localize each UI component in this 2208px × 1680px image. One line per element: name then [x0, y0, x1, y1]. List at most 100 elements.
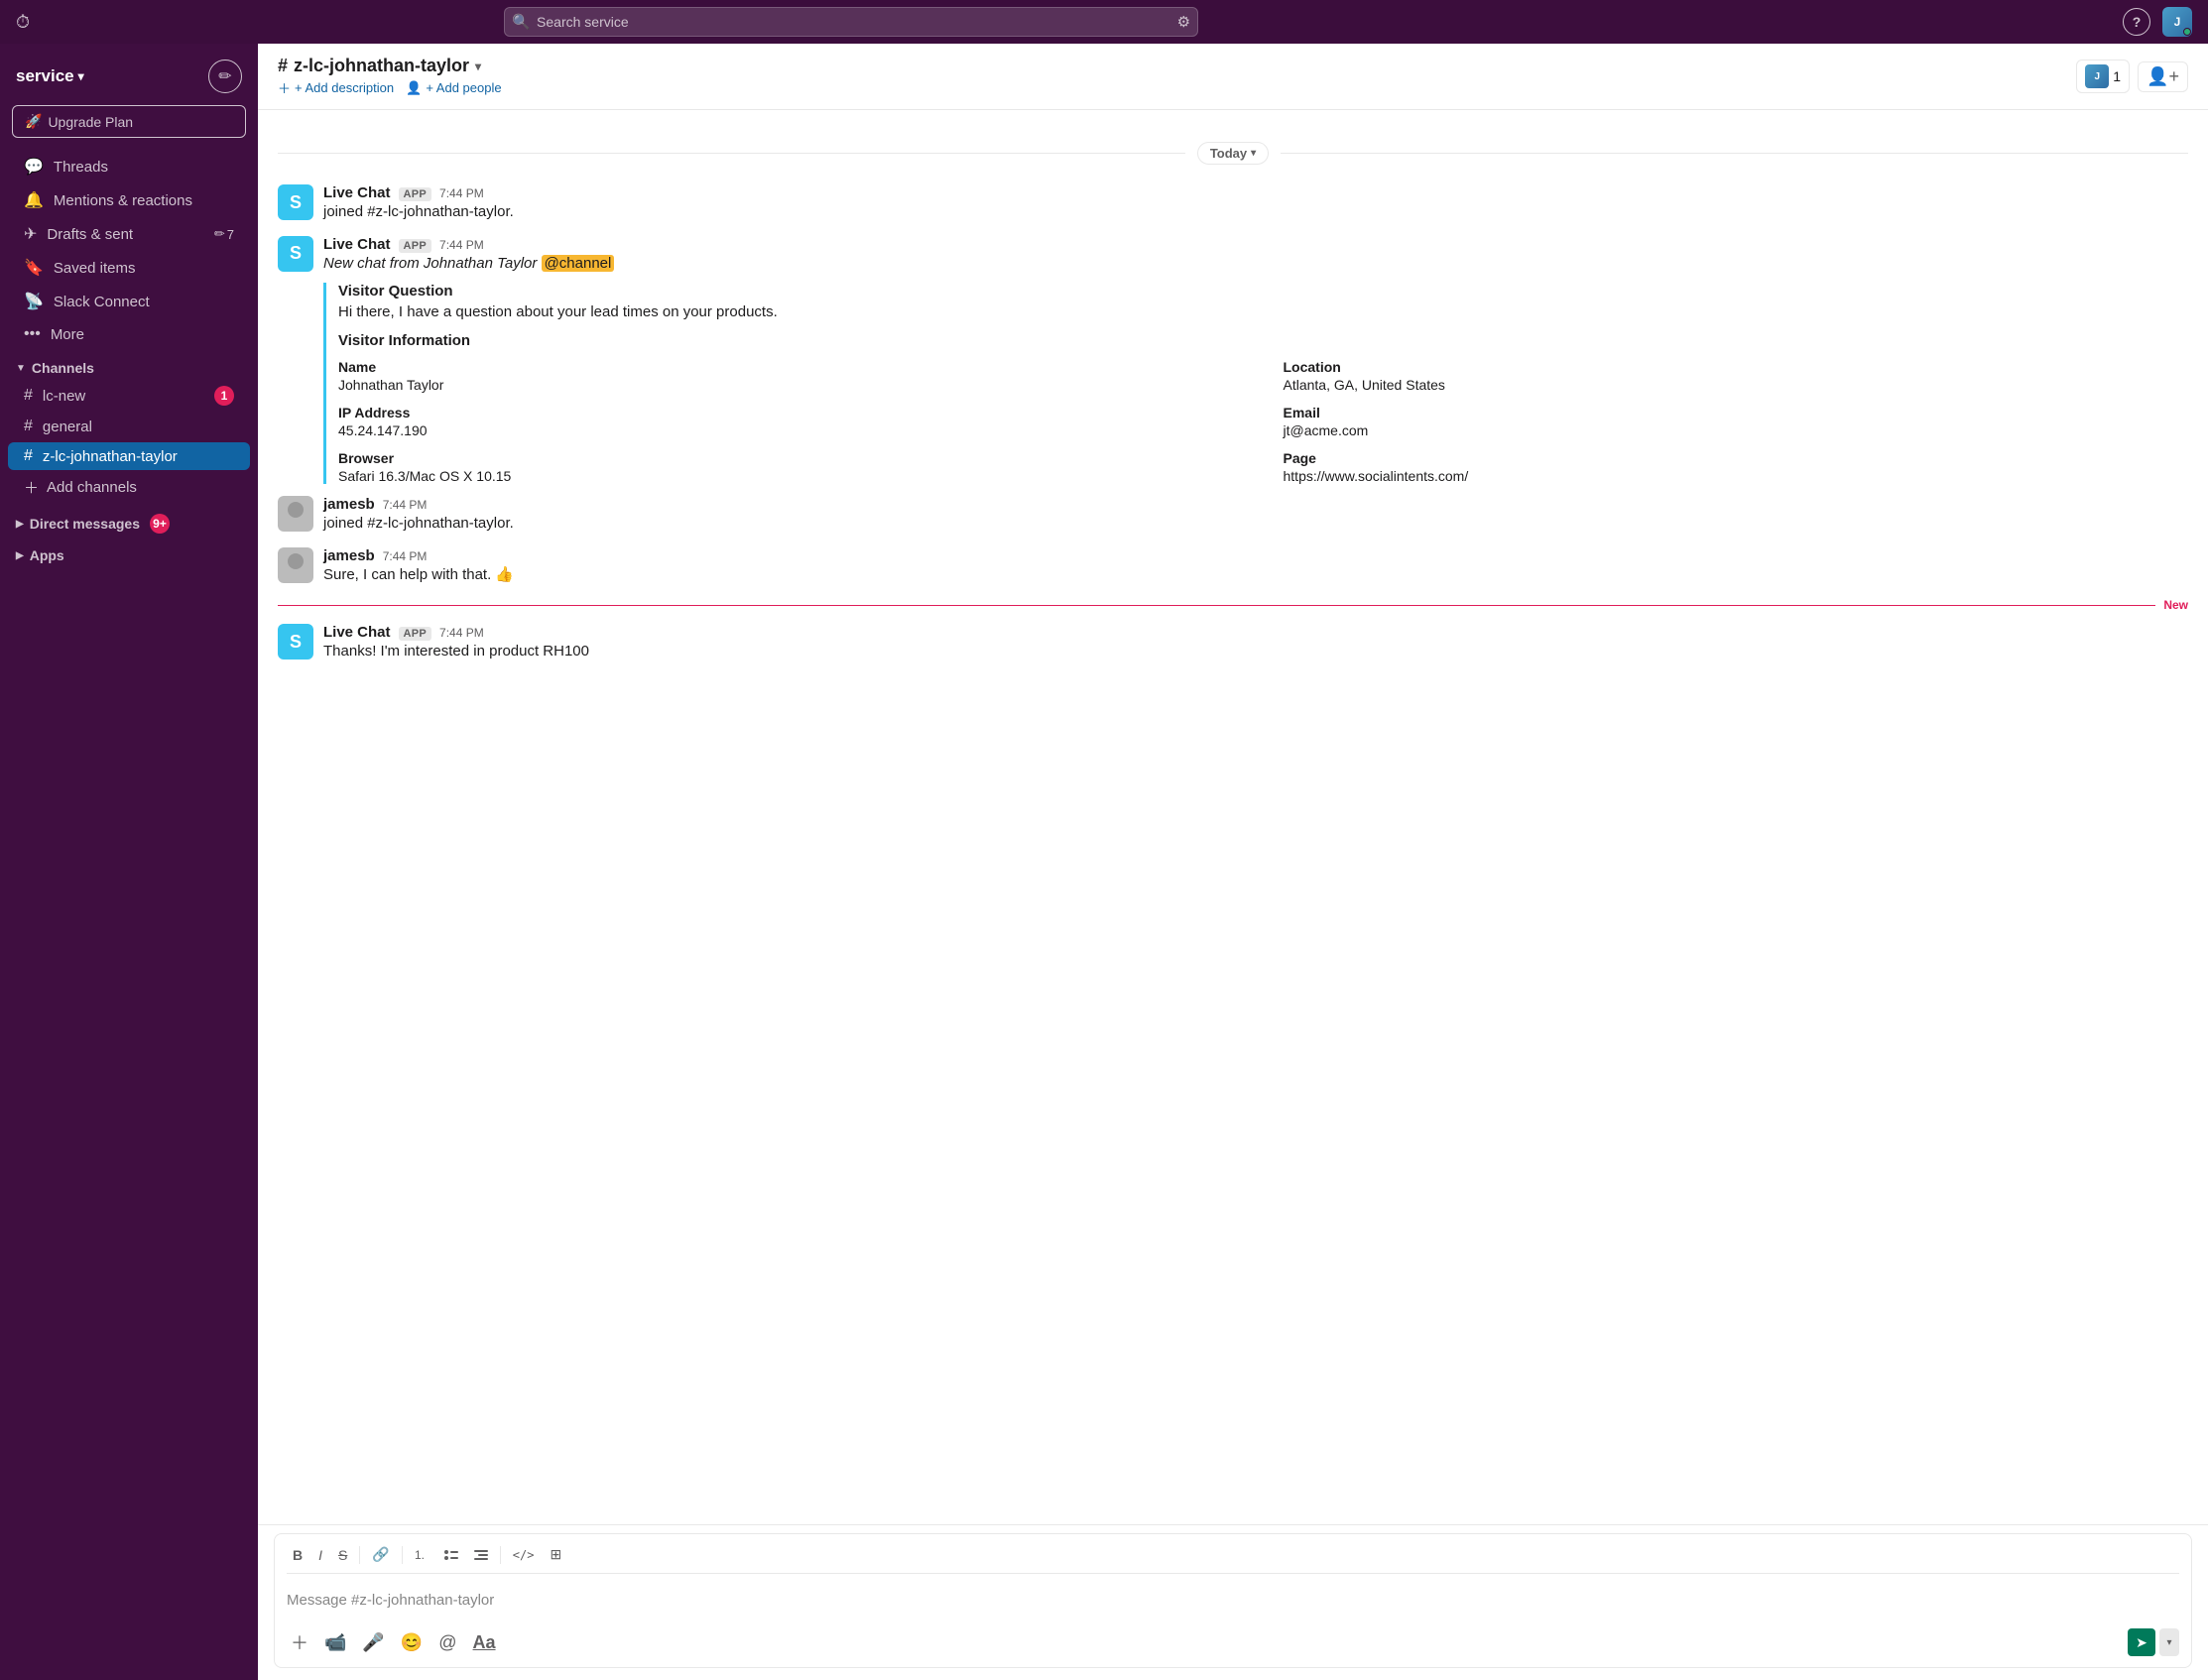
compose-icon: ✏ — [218, 66, 231, 86]
sidebar-item-connect[interactable]: 📡 Slack Connect — [8, 286, 250, 317]
mention-button[interactable]: @ — [434, 1628, 460, 1657]
channels-collapse-icon: ▼ — [16, 363, 26, 374]
message-time: 7:44 PM — [439, 238, 484, 252]
add-channel-label: Add channels — [47, 479, 137, 496]
plus-icon: ＋ — [278, 78, 291, 97]
sidebar-item-more[interactable]: ••• More — [8, 319, 250, 349]
date-label[interactable]: Today ▾ — [1197, 142, 1269, 165]
message-content: jamesb 7:44 PM Sure, I can help with tha… — [323, 547, 2188, 587]
filter-icon[interactable]: ⚙ — [1177, 13, 1190, 31]
topbar-right: ? J — [2123, 7, 2192, 37]
visitor-info-grid: Name Johnathan Taylor Location Atlanta, … — [338, 359, 2188, 484]
toolbar-divider — [359, 1546, 360, 1564]
message-time: 7:44 PM — [383, 549, 428, 563]
message-input-container: B I S 🔗 1. </> — [274, 1533, 2192, 1668]
info-field: Browser Safari 16.3/Mac OS X 10.15 — [338, 450, 1244, 484]
sidebar-item-saved[interactable]: 🔖 Saved items — [8, 252, 250, 284]
new-label: New — [2163, 598, 2188, 612]
channel-header: # z-lc-johnathan-taylor ▾ ＋ + Add descri… — [258, 44, 2208, 110]
link-button[interactable]: 🔗 — [366, 1542, 395, 1567]
channel-title[interactable]: # z-lc-johnathan-taylor ▾ — [278, 56, 2076, 76]
message-content: Live Chat APP 7:44 PM New chat from John… — [323, 236, 2188, 485]
toolbar-divider — [500, 1546, 501, 1564]
channel-item-z-lc-johnathan-taylor[interactable]: # z-lc-johnathan-taylor — [8, 442, 250, 470]
sidebar-item-mentions[interactable]: 🔔 Mentions & reactions — [8, 184, 250, 216]
add-channel-button[interactable]: ＋ Add channels — [8, 472, 250, 503]
info-field: Page https://www.socialintents.com/ — [1284, 450, 2189, 484]
sidebar-item-drafts[interactable]: ✈ Drafts & sent ✏7 — [8, 218, 250, 250]
mentions-icon: 🔔 — [24, 190, 44, 210]
send-button[interactable]: ➤ — [2128, 1628, 2155, 1656]
more-formatting-button[interactable]: ⊞ — [544, 1542, 567, 1567]
attach-button[interactable]: ＋ — [287, 1625, 312, 1659]
visitor-question-title: Visitor Question — [338, 283, 2188, 300]
message-header: jamesb 7:44 PM — [323, 496, 2188, 513]
send-options-button[interactable]: ▾ — [2159, 1628, 2179, 1656]
bullet-list-button[interactable] — [438, 1544, 464, 1566]
sidebar-item-threads[interactable]: 💬 Threads — [8, 151, 250, 182]
channel-item-general[interactable]: # general — [8, 413, 250, 440]
date-chevron-icon: ▾ — [1251, 148, 1256, 159]
connect-label: Slack Connect — [54, 294, 150, 310]
indent-button[interactable] — [468, 1544, 494, 1566]
live-chat-avatar: S — [278, 236, 313, 272]
add-people-link[interactable]: 👤 + Add people — [406, 80, 501, 96]
app-wrapper: ⏱ 🔍 ⚙ ? J service ▾ ✏ — [0, 0, 2208, 1680]
dm-section-header[interactable]: ▶ Direct messages 9+ — [0, 504, 258, 538]
person-icon: 👤 — [406, 80, 422, 96]
drafts-icon: ✈ — [24, 224, 37, 244]
add-person-icon: 👤+ — [2147, 66, 2179, 87]
app-badge: APP — [399, 627, 432, 641]
ordered-list-button[interactable]: 1. — [409, 1544, 434, 1566]
member-avatars-button[interactable]: J 1 — [2076, 60, 2130, 93]
emoji-button[interactable]: 😊 — [397, 1628, 427, 1657]
connect-icon: 📡 — [24, 292, 44, 311]
message-input-area: B I S 🔗 1. </> — [258, 1524, 2208, 1680]
divider-line — [1281, 153, 2188, 154]
video-button[interactable]: 📹 — [320, 1628, 350, 1657]
italic-button[interactable]: I — [312, 1543, 328, 1567]
add-description-link[interactable]: ＋ + Add description — [278, 78, 394, 97]
app-badge: APP — [399, 187, 432, 201]
live-chat-avatar: S — [278, 184, 313, 220]
message-author: Live Chat — [323, 624, 391, 641]
visitor-info-card: Visitor Question Hi there, I have a ques… — [323, 283, 2188, 484]
help-button[interactable]: ? — [2123, 8, 2150, 36]
strikethrough-button[interactable]: S — [332, 1543, 353, 1567]
send-button-area: ➤ ▾ — [2128, 1628, 2179, 1656]
upgrade-button[interactable]: 🚀 Upgrade Plan — [12, 105, 246, 138]
info-field: Name Johnathan Taylor — [338, 359, 1244, 393]
apps-section-header[interactable]: ▶ Apps — [0, 538, 258, 567]
message-content: jamesb 7:44 PM joined #z-lc-johnathan-ta… — [323, 496, 2188, 536]
search-input[interactable] — [504, 7, 1198, 37]
main-content: # z-lc-johnathan-taylor ▾ ＋ + Add descri… — [258, 44, 2208, 1680]
code-button[interactable]: </> — [507, 1544, 541, 1566]
channel-item-lc-new[interactable]: # lc-new 1 — [8, 381, 250, 411]
more-icon: ••• — [24, 325, 41, 343]
message-header: Live Chat APP 7:44 PM — [323, 184, 2188, 201]
channels-section-header[interactable]: ▼ Channels — [0, 350, 258, 380]
visitor-question-text: Hi there, I have a question about your l… — [338, 303, 2188, 320]
sidebar-inner: service ▾ ✏ 🚀 Upgrade Plan 💬 Threads 🔔 M… — [0, 44, 258, 1680]
mentions-label: Mentions & reactions — [54, 192, 192, 209]
jamesb-avatar — [278, 496, 313, 532]
bold-button[interactable]: B — [287, 1543, 308, 1567]
workspace-name[interactable]: service ▾ — [16, 66, 84, 86]
toolbar-divider — [402, 1546, 403, 1564]
info-field: IP Address 45.24.147.190 — [338, 405, 1244, 438]
format-text-button[interactable]: Aa — [469, 1628, 500, 1657]
message-placeholder[interactable]: Message #z-lc-johnathan-taylor — [287, 1588, 2179, 1613]
history-icon[interactable]: ⏱ — [16, 12, 30, 33]
hash-icon: # — [24, 387, 33, 405]
search-bar: 🔍 ⚙ — [504, 7, 1198, 37]
audio-button[interactable]: 🎤 — [358, 1628, 388, 1657]
add-people-button[interactable]: 👤+ — [2138, 61, 2188, 92]
message-author: jamesb — [323, 496, 375, 513]
sidebar-header: service ▾ ✏ — [0, 44, 258, 105]
dm-collapse-icon: ▶ — [16, 519, 24, 530]
compose-button[interactable]: ✏ — [208, 60, 242, 93]
messages-area[interactable]: Today ▾ S Live Chat APP 7:44 PM joined #… — [258, 110, 2208, 1524]
user-avatar[interactable]: J — [2162, 7, 2192, 37]
channel-name: general — [43, 419, 92, 435]
rocket-icon: 🚀 — [25, 113, 42, 130]
